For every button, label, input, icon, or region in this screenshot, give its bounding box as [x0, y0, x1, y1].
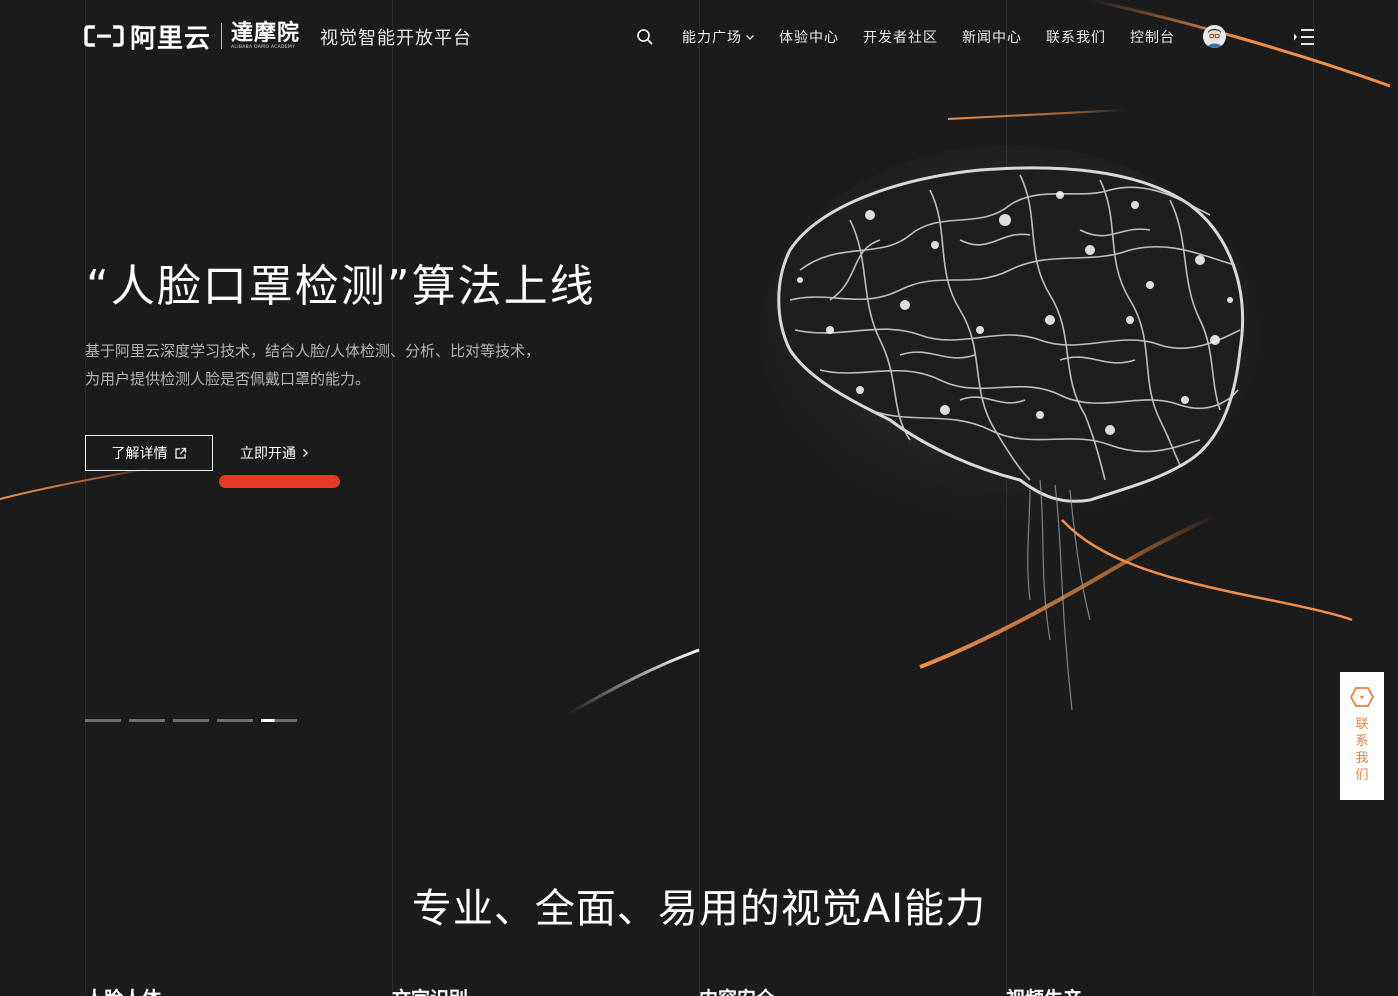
category-ocr[interactable]: 文字识别: [392, 984, 468, 996]
brand-logo[interactable]: 阿里云 達摩院 ALIBABA DAMO ACADEMY: [84, 18, 300, 55]
hexagon-chat-icon: [1349, 687, 1375, 707]
section-title: 专业、全面、易用的视觉AI能力: [411, 886, 987, 932]
carousel-dot[interactable]: [217, 719, 253, 722]
grid-line: [1006, 0, 1007, 996]
avatar[interactable]: [1203, 25, 1226, 48]
category-face-body[interactable]: 人脸人体: [85, 984, 161, 996]
contact-us-float-button[interactable]: 联系我们: [1340, 672, 1384, 800]
grid-line: [392, 0, 393, 996]
hero-title: “人脸口罩检测”算法上线: [86, 261, 596, 312]
nav-item-developer-community[interactable]: 开发者社区: [863, 27, 938, 47]
grid-line: [699, 0, 700, 996]
search-icon[interactable]: [636, 28, 654, 46]
avatar-icon: [1203, 25, 1226, 48]
main-nav: 能力广场 体验中心 开发者社区 新闻中心 联系我们 控制台: [636, 26, 1199, 48]
nav-item-label: 能力广场: [682, 30, 742, 46]
nav-item-news-center[interactable]: 新闻中心: [962, 27, 1022, 47]
carousel-dot-active[interactable]: [261, 719, 297, 722]
nav-item-experience-center[interactable]: 体验中心: [779, 27, 839, 47]
damo-wordmark-en: ALIBABA DAMO ACADEMY: [231, 45, 296, 50]
nav-item-contact-us[interactable]: 联系我们: [1046, 27, 1106, 47]
learn-more-button[interactable]: 了解详情: [85, 435, 213, 471]
hero-description: 基于阿里云深度学习技术，结合人脸/人体检测、分析、比对等技术， 为用户提供检测人…: [85, 337, 645, 393]
grid-line: [1313, 0, 1314, 996]
hero-description-line: 基于阿里云深度学习技术，结合人脸/人体检测、分析、比对等技术，: [85, 342, 541, 360]
page: 阿里云 達摩院 ALIBABA DAMO ACADEMY 视觉智能开放平台 能力…: [0, 0, 1398, 996]
activate-underline-highlight: [219, 475, 340, 488]
activate-now-label: 立即开通: [240, 446, 296, 462]
damo-wordmark: 達摩院: [231, 20, 301, 46]
chevron-down-icon: [746, 35, 754, 40]
top-navigation-bar: 阿里云 達摩院 ALIBABA DAMO ACADEMY 视觉智能开放平台 能力…: [0, 0, 1398, 74]
category-video-production[interactable]: 视频生产: [1006, 984, 1082, 996]
contact-us-label: 联系我们: [1355, 717, 1369, 783]
hero-description-line: 为用户提供检测人脸是否佩戴口罩的能力。: [85, 370, 371, 388]
logo-divider: [221, 23, 223, 49]
carousel-dot[interactable]: [129, 719, 165, 722]
chevron-right-icon: [303, 449, 308, 457]
platform-title: 视觉智能开放平台: [320, 28, 472, 49]
menu-icon[interactable]: [1293, 28, 1315, 46]
damo-logo: 達摩院 ALIBABA DAMO ACADEMY: [231, 21, 300, 51]
activate-now-button[interactable]: 立即开通: [240, 435, 310, 471]
external-link-icon: [174, 447, 186, 459]
nav-item-console[interactable]: 控制台: [1130, 27, 1175, 47]
aliyun-logo: 阿里云: [84, 18, 211, 55]
category-content-security[interactable]: 内容安全: [699, 984, 775, 996]
grid-line: [85, 0, 86, 996]
carousel-indicators: [85, 719, 297, 722]
aliyun-bracket-icon: [84, 25, 124, 47]
aliyun-wordmark: 阿里云: [130, 23, 212, 54]
nav-item-capability-square[interactable]: 能力广场: [682, 27, 755, 47]
carousel-dot[interactable]: [173, 719, 209, 722]
learn-more-label: 了解详情: [111, 446, 168, 462]
carousel-dot[interactable]: [85, 719, 121, 722]
